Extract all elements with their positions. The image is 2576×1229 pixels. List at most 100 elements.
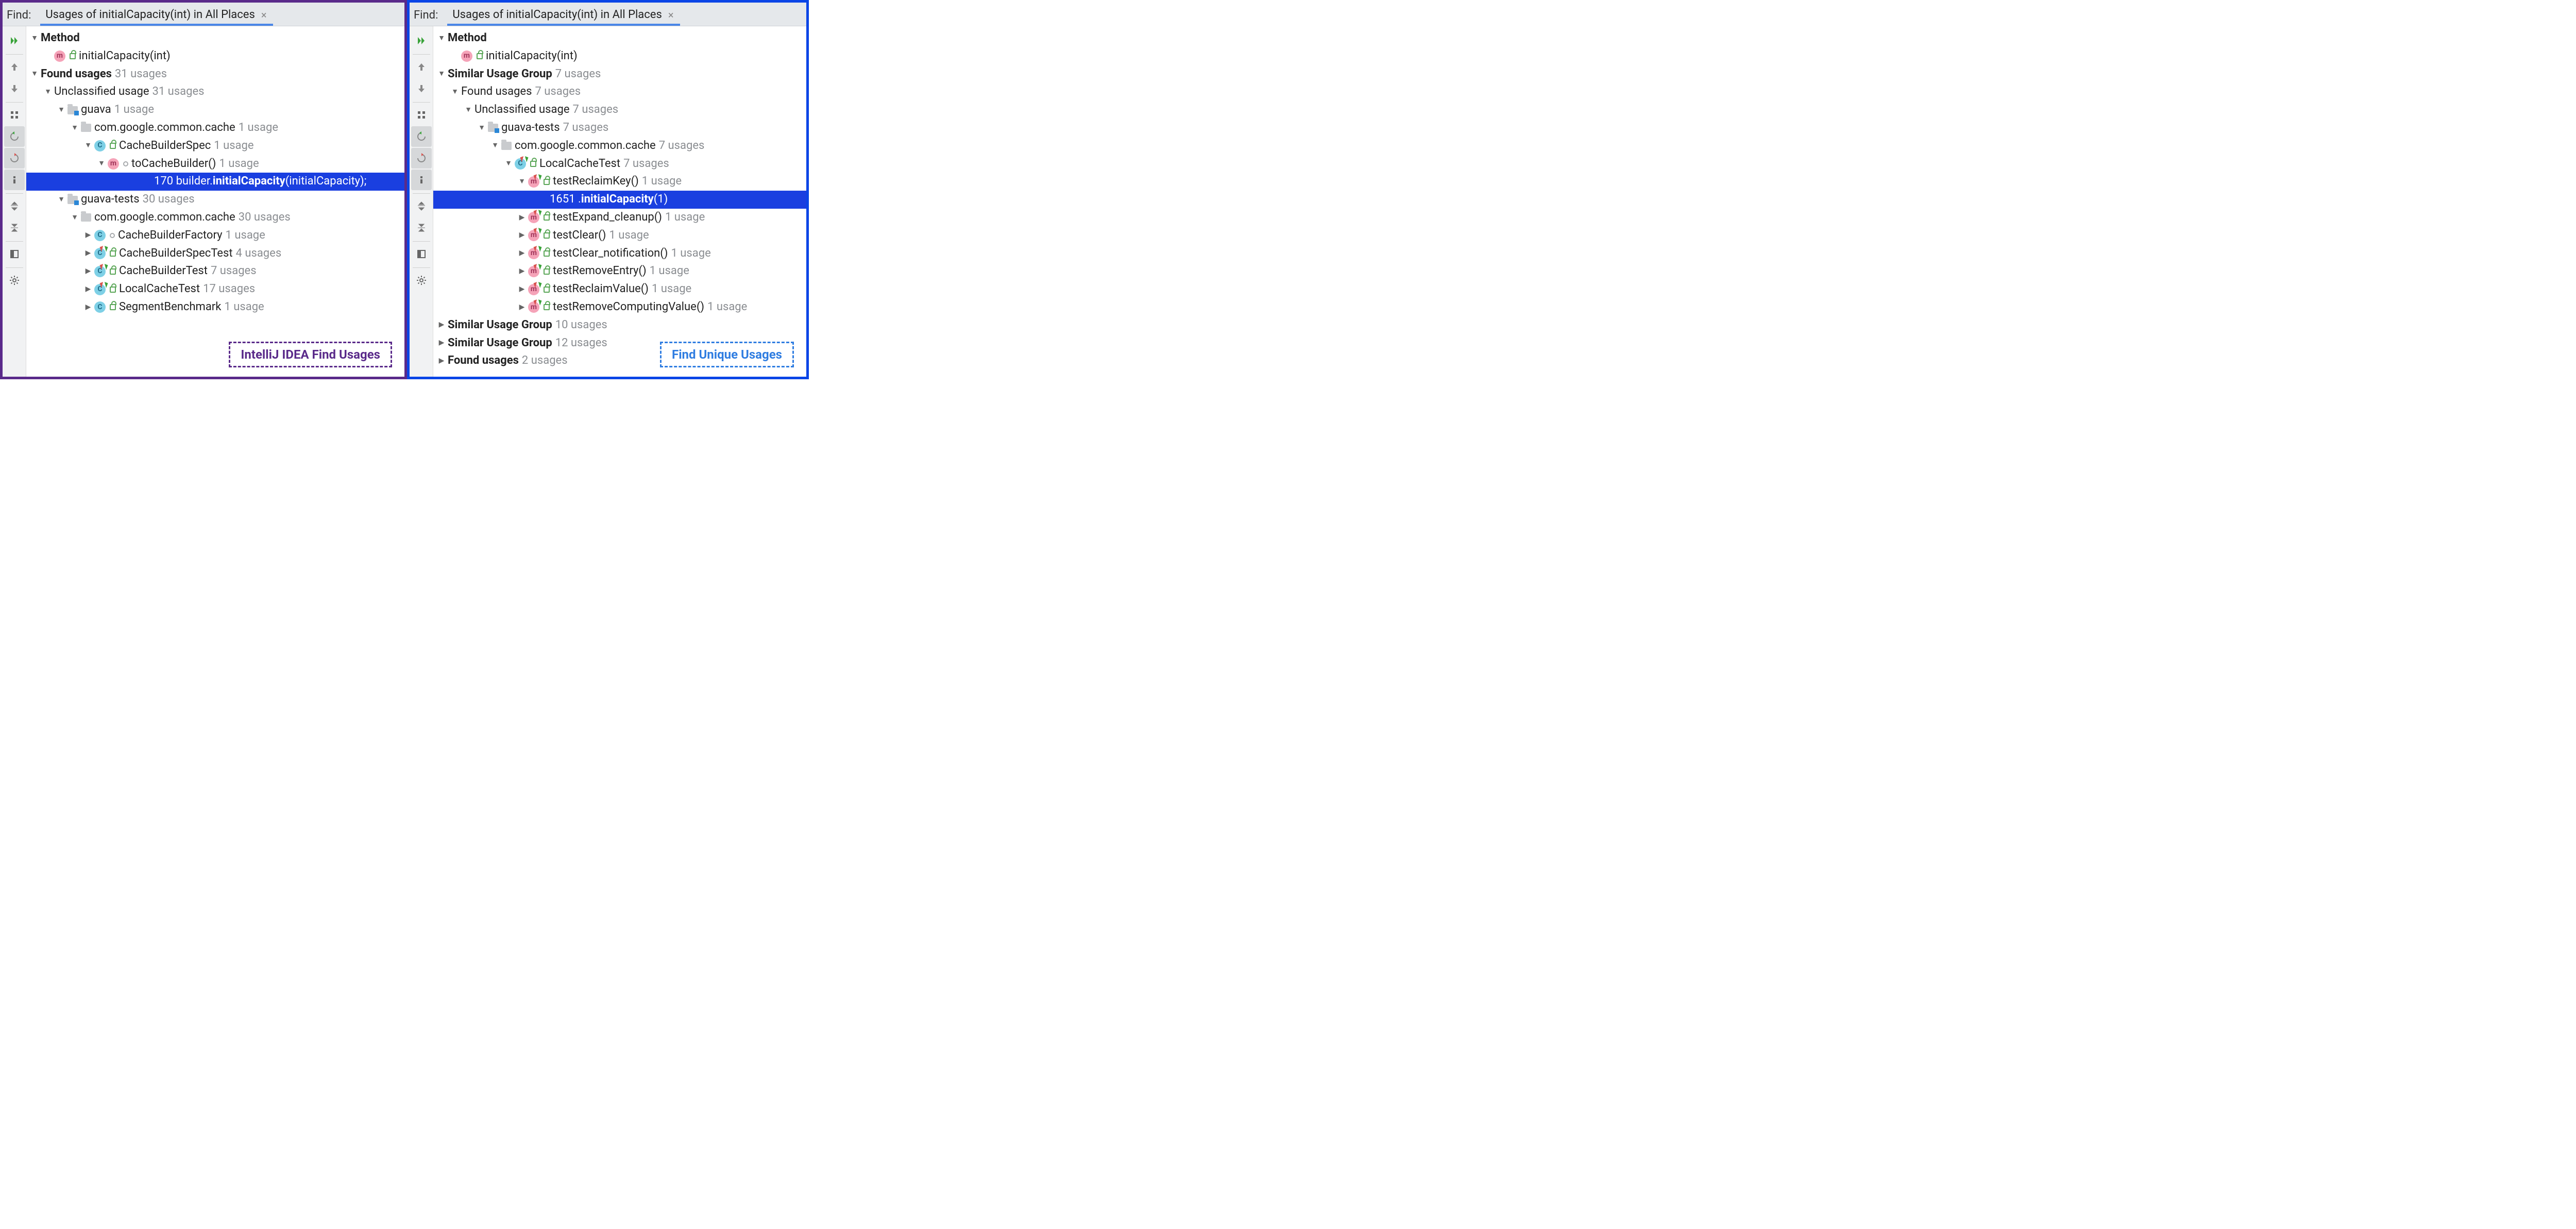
lock-icon (110, 304, 116, 310)
prev-occurrence-icon[interactable] (411, 126, 432, 147)
tree-row-package[interactable]: ▼com.google.common.cache7 usages (433, 137, 806, 155)
tree-row-module[interactable]: ▼guava-tests7 usages (433, 119, 806, 137)
tree-row-module-guava[interactable]: ▼guava1 usage (26, 101, 404, 119)
tab-title: Usages of initialCapacity(int) in All Pl… (452, 8, 662, 21)
lock-icon (544, 304, 550, 310)
separator (413, 102, 430, 103)
expand-all-icon[interactable] (4, 196, 25, 216)
close-icon[interactable]: × (260, 9, 268, 21)
tree-row-class[interactable]: ▼CCacheBuilderSpec1 usage (26, 137, 404, 155)
tree-row-class[interactable]: ▶CCacheBuilderFactory1 usage (26, 227, 404, 245)
preview-icon[interactable] (4, 244, 25, 264)
group-icon[interactable] (4, 105, 25, 125)
test-method-icon: m (528, 230, 539, 241)
find-label: Find: (414, 9, 438, 22)
separator (413, 193, 430, 194)
prev-occurrence-icon[interactable] (4, 126, 25, 147)
toolbar (3, 26, 26, 377)
tree-row-method-node[interactable]: ▼mtestReclaimKey()1 usage (433, 173, 806, 191)
workarea: ▼Method ▼minitialCapacity(int) ▼Found us… (3, 26, 404, 377)
down-arrow-icon[interactable] (411, 78, 432, 99)
lock-icon (544, 287, 550, 293)
tree-row-found[interactable]: ▼Found usages7 usages (433, 83, 806, 101)
test-class-icon: C (94, 266, 106, 277)
tree-row-class[interactable]: ▶CSegmentBenchmark1 usage (26, 298, 404, 316)
tree-row-package[interactable]: ▼com.google.common.cache30 usages (26, 209, 404, 227)
next-occurrence-icon[interactable] (411, 148, 432, 169)
right-panel: Find: Usages of initialCapacity(int) in … (407, 0, 809, 379)
down-arrow-icon[interactable] (4, 78, 25, 99)
tree-row-method-node[interactable]: ▶mtestRemoveComputingValue()1 usage (433, 298, 806, 316)
gear-icon[interactable] (4, 270, 25, 291)
info-icon[interactable] (411, 170, 432, 190)
preview-icon[interactable] (411, 244, 432, 264)
tree-row-unclassified[interactable]: ▼Unclassified usage31 usages (26, 83, 404, 101)
tab-usages[interactable]: Usages of initialCapacity(int) in All Pl… (40, 5, 273, 26)
lock-icon (544, 250, 550, 257)
module-icon (67, 196, 78, 204)
tree-row-method-header[interactable]: ▼Method (26, 29, 404, 47)
tree-row-usage-line[interactable]: 1651 .initialCapacity(1) (433, 191, 806, 209)
tree-row-usage-line[interactable]: 170 builder.initialCapacity(initialCapac… (26, 173, 404, 191)
tree-row-similar-group[interactable]: ▼Similar Usage Group7 usages (433, 65, 806, 83)
collapse-all-icon[interactable] (4, 217, 25, 238)
test-method-icon: m (528, 301, 539, 313)
lock-icon (544, 268, 550, 275)
separator (6, 54, 23, 55)
rerun-icon[interactable] (411, 30, 432, 51)
toolbar (410, 26, 433, 377)
tree-row-method-node[interactable]: ▶mtestClear_notification()1 usage (433, 245, 806, 263)
workarea: ▼Method ▼minitialCapacity(int) ▼Similar … (410, 26, 806, 377)
lock-icon (477, 53, 483, 59)
up-arrow-icon[interactable] (411, 57, 432, 77)
tree-row-method-node[interactable]: ▼mtoCacheBuilder()1 usage (26, 155, 404, 173)
gear-icon[interactable] (411, 270, 432, 291)
tree-row-found[interactable]: ▼Found usages31 usages (26, 65, 404, 83)
up-arrow-icon[interactable] (4, 57, 25, 77)
tree-row-method-node[interactable]: ▶mtestExpand_cleanup()1 usage (433, 209, 806, 227)
test-method-icon: m (528, 248, 539, 259)
tree-row-class[interactable]: ▶CCacheBuilderSpecTest4 usages (26, 245, 404, 263)
tree-row-method[interactable]: ▼minitialCapacity(int) (26, 47, 404, 65)
tree-row-method-header[interactable]: ▼Method (433, 29, 806, 47)
tree-row-class[interactable]: ▼CLocalCacheTest7 usages (433, 155, 806, 173)
tree-row-method-node[interactable]: ▶mtestRemoveEntry()1 usage (433, 262, 806, 280)
usage-tree[interactable]: ▼Method ▼minitialCapacity(int) ▼Found us… (26, 26, 404, 377)
tab-usages[interactable]: Usages of initialCapacity(int) in All Pl… (447, 5, 680, 26)
test-class-icon: C (515, 158, 526, 170)
expand-all-icon[interactable] (411, 196, 432, 216)
separator (6, 102, 23, 103)
collapse-all-icon[interactable] (411, 217, 432, 238)
tree-row-method[interactable]: ▼minitialCapacity(int) (433, 47, 806, 65)
class-icon: C (94, 301, 106, 313)
close-icon[interactable]: × (667, 9, 675, 21)
separator (413, 267, 430, 268)
find-label: Find: (7, 9, 31, 22)
next-occurrence-icon[interactable] (4, 148, 25, 169)
class-icon: C (94, 230, 106, 241)
tree-row-method-node[interactable]: ▶mtestClear()1 usage (433, 227, 806, 245)
method-icon: m (54, 50, 65, 62)
tabbar: Find: Usages of initialCapacity(int) in … (3, 3, 404, 26)
lock-icon (530, 161, 536, 167)
tree-row-unclassified[interactable]: ▼Unclassified usage7 usages (433, 101, 806, 119)
caption-left: IntelliJ IDEA Find Usages (229, 342, 392, 367)
separator (6, 193, 23, 194)
class-icon: C (94, 140, 106, 151)
tree-row-similar-group[interactable]: ▶Similar Usage Group10 usages (433, 316, 806, 334)
tree-row-method-node[interactable]: ▶mtestReclaimValue()1 usage (433, 280, 806, 298)
tree-row-class[interactable]: ▶CLocalCacheTest17 usages (26, 280, 404, 298)
test-class-icon: C (94, 248, 106, 259)
module-icon (488, 124, 498, 132)
tree-row-package[interactable]: ▼com.google.common.cache1 usage (26, 119, 404, 137)
rerun-icon[interactable] (4, 30, 25, 51)
info-icon[interactable] (4, 170, 25, 190)
lock-icon (110, 250, 116, 257)
tree-row-module-guava-tests[interactable]: ▼guava-tests30 usages (26, 191, 404, 209)
group-icon[interactable] (411, 105, 432, 125)
usage-tree[interactable]: ▼Method ▼minitialCapacity(int) ▼Similar … (433, 26, 806, 377)
tree-row-class[interactable]: ▶CCacheBuilderTest7 usages (26, 262, 404, 280)
separator (6, 241, 23, 242)
test-method-icon: m (528, 266, 539, 277)
tab-title: Usages of initialCapacity(int) in All Pl… (45, 8, 255, 21)
